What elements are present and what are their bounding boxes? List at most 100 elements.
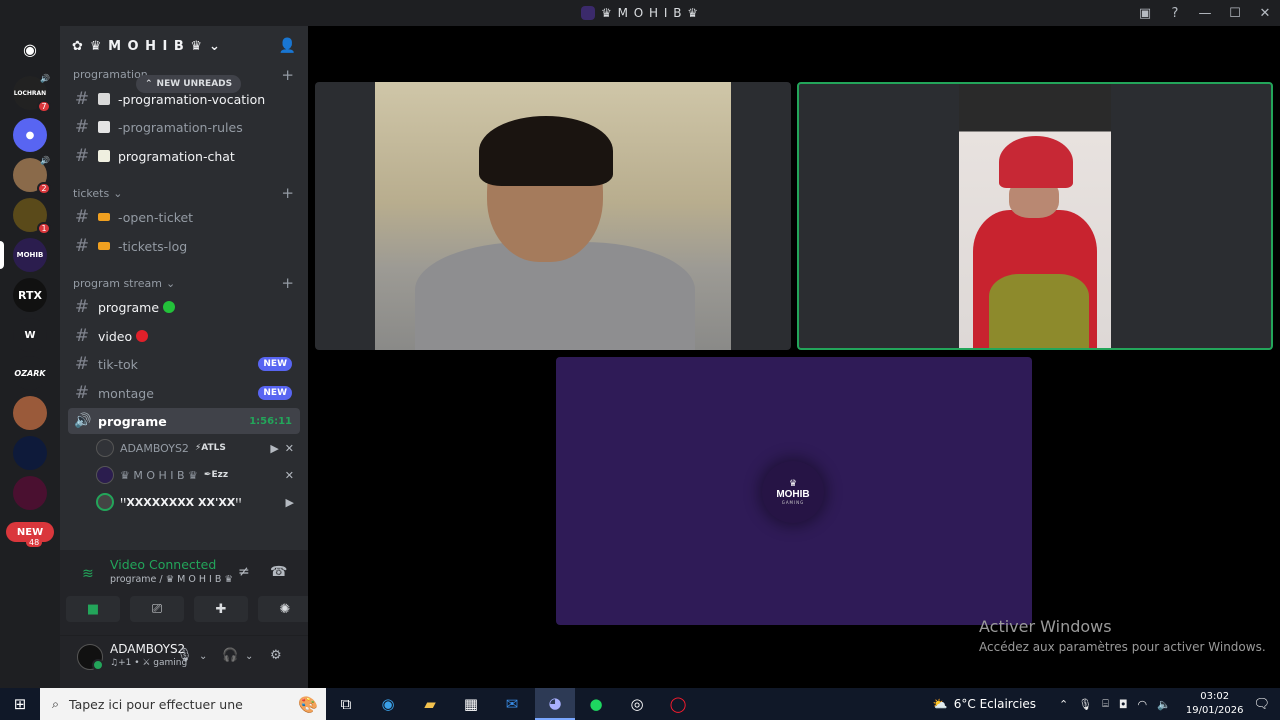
add-channel-icon[interactable]: + (281, 274, 294, 292)
weather-widget[interactable]: ⛅ 6°C Eclaircies (933, 697, 1036, 711)
invite-icon[interactable]: 👤 (279, 38, 296, 54)
maximize-button[interactable]: ☐ (1220, 6, 1250, 21)
close-button[interactable]: ✕ (1250, 6, 1280, 21)
activities-button[interactable]: ✚ (194, 596, 248, 622)
clock[interactable]: 03:02 19/01/2026 (1186, 690, 1244, 718)
user-name[interactable]: ADAMBOYS2 (110, 642, 185, 656)
task-view-icon: ⧉ (340, 695, 352, 713)
microphone-icon[interactable]: 🎙 (176, 648, 193, 663)
category-tickets[interactable]: tickets ⌄ (73, 187, 122, 200)
channel-label: programe (98, 413, 167, 429)
voice-channel-programe[interactable]: 🔊 programe 1:56:11 (68, 408, 300, 434)
server-photo-3[interactable] (13, 396, 47, 430)
microphone-icon[interactable]: 🎙 (1078, 698, 1092, 711)
add-channel-icon[interactable]: + (281, 66, 294, 84)
channel-tickets-log[interactable]: # -tickets-log (68, 233, 300, 259)
noise-suppression-icon[interactable]: ≠ (238, 564, 250, 580)
spotify-button[interactable]: ● (576, 688, 616, 720)
wifi-icon[interactable]: ◠ (1138, 698, 1148, 711)
avatar (96, 466, 114, 484)
server-photo-5[interactable] (13, 476, 47, 510)
channel-label: programe (98, 299, 160, 315)
task-view-button[interactable]: ⧉ (326, 688, 366, 720)
channel-video[interactable]: # video (68, 323, 300, 349)
channel-programation-chat[interactable]: # programation-chat (68, 143, 300, 169)
hash-icon: # (74, 383, 90, 403)
obs-button[interactable]: ◎ (617, 688, 657, 720)
voice-status[interactable]: Video Connected (110, 557, 216, 572)
voice-user-name: ♛ M O H I B ♛ (120, 468, 198, 482)
server-avatar: OZARK (13, 356, 47, 390)
video-tile-1[interactable] (315, 82, 791, 350)
taskbar-search[interactable]: ⌕ Tapez ici pour effectuer une 🎨 (40, 688, 326, 720)
headphones-icon[interactable]: 🎧 (222, 648, 238, 663)
store-button[interactable]: ▦ (451, 688, 491, 720)
channel-programation-vocation[interactable]: # -programation-vocation (68, 86, 300, 112)
add-channel-icon[interactable]: + (281, 184, 294, 202)
category-program-stream[interactable]: program stream ⌄ (73, 277, 175, 290)
soundboard-button[interactable]: ✺ (258, 596, 312, 622)
channel-tik-tok[interactable]: # tik-tok NEW (68, 351, 300, 377)
volume-icon[interactable]: 🔈 (1157, 698, 1171, 711)
headphones-hair (479, 116, 613, 186)
chevron-up-icon[interactable]: ⌃ (1059, 698, 1068, 711)
server-blue[interactable]: ● (13, 118, 47, 152)
new-count-badge: 48 (26, 538, 43, 547)
start-button[interactable]: ⊞ (0, 688, 40, 720)
server-lochran[interactable]: LOCHRAN 🔊 7 (13, 74, 51, 113)
server-w[interactable]: W (13, 318, 47, 352)
mail-button[interactable]: ✉ (492, 688, 532, 720)
camera-button[interactable]: ■ (66, 596, 120, 622)
voice-user-tag: ✒Ezz (203, 470, 229, 480)
green-circle-icon (163, 301, 176, 313)
memo-icon (98, 150, 110, 162)
inbox-icon[interactable]: ▣ (1130, 6, 1160, 21)
server-photo-4[interactable] (13, 436, 47, 470)
voice-user[interactable]: ꜝꜝ𝗫𝗫𝗫𝗫𝗫𝗫𝗫𝗫 𝗫𝗫'𝗫𝗫ꜝꜝ ▶ (96, 490, 300, 514)
server-rtx[interactable]: RTX (13, 278, 47, 312)
network-icon[interactable]: ⌸ (1102, 697, 1109, 711)
channel-programation-rules[interactable]: # -programation-rules (68, 114, 300, 140)
home-button[interactable]: ◉ (13, 32, 47, 66)
channel-open-ticket[interactable]: # -open-ticket (68, 204, 300, 230)
opera-icon: ◯ (669, 695, 687, 713)
voice-user-tag: ⚡ATLS (194, 443, 226, 453)
avatar (96, 493, 114, 511)
crown-icon: ♛ (788, 478, 798, 489)
avatar[interactable] (77, 644, 104, 671)
notification-icon[interactable]: 🗨 (1253, 697, 1270, 712)
discord-taskbar-button[interactable]: ◕ (535, 688, 575, 720)
edge-button[interactable]: ◉ (368, 688, 408, 720)
video-tile-2[interactable] (797, 82, 1273, 350)
server-photo-2[interactable]: 1 (13, 198, 51, 235)
channel-label: -tickets-log (118, 238, 188, 254)
server-ozark[interactable]: OZARK (13, 356, 47, 390)
channel-montage[interactable]: # montage NEW (68, 380, 300, 406)
webcam-icon[interactable]: ◘ (1119, 698, 1128, 711)
chevron-down-icon[interactable]: ⌄ (245, 651, 253, 662)
channel-programe[interactable]: # programe (68, 294, 300, 320)
disconnect-icon[interactable]: ☎ (270, 564, 287, 580)
opera-button[interactable]: ◯ (658, 688, 698, 720)
voice-location[interactable]: programe / ♛ M O H I B ♛ (110, 574, 233, 585)
voice-user[interactable]: ♛ M O H I B ♛ ✒Ezz ✕ (96, 463, 300, 487)
avatar-tile[interactable]: ♛ MOHIB GAMING (556, 357, 1032, 625)
screen-share-button[interactable]: ⎚ (130, 596, 184, 622)
settings-icon[interactable]: ⚙ (270, 648, 282, 663)
system-tray: ⛅ 6°C Eclaircies ⌃ 🎙 ⌸ ◘ ◠ 🔈 03:02 19/01… (933, 688, 1280, 720)
logo-subtext: GAMING (781, 499, 805, 505)
server-avatar: W (13, 318, 47, 352)
server-mohib[interactable]: MOHIB (0, 238, 47, 272)
voice-user[interactable]: ADAMBOYS2 ⚡ATLS ▶ ✕ (96, 436, 300, 460)
weather-text: 6°C Eclaircies (953, 697, 1037, 711)
file-explorer-button[interactable]: ▰ (410, 688, 450, 720)
chevron-down-icon[interactable]: ⌄ (199, 651, 207, 662)
help-icon[interactable]: ? (1160, 6, 1190, 21)
paint-palette-icon: 🎨 (298, 694, 318, 714)
server-name-text: ♛ M O H I B ♛ (89, 38, 203, 54)
signal-icon[interactable]: ≋ (82, 566, 94, 582)
minimize-button[interactable]: — (1190, 6, 1220, 21)
server-header[interactable]: ✿ ♛ M O H I B ♛ ⌄ 👤 (60, 26, 308, 66)
server-photo-1[interactable]: 🔊 2 (13, 156, 51, 195)
clock-time: 03:02 (1200, 691, 1230, 702)
